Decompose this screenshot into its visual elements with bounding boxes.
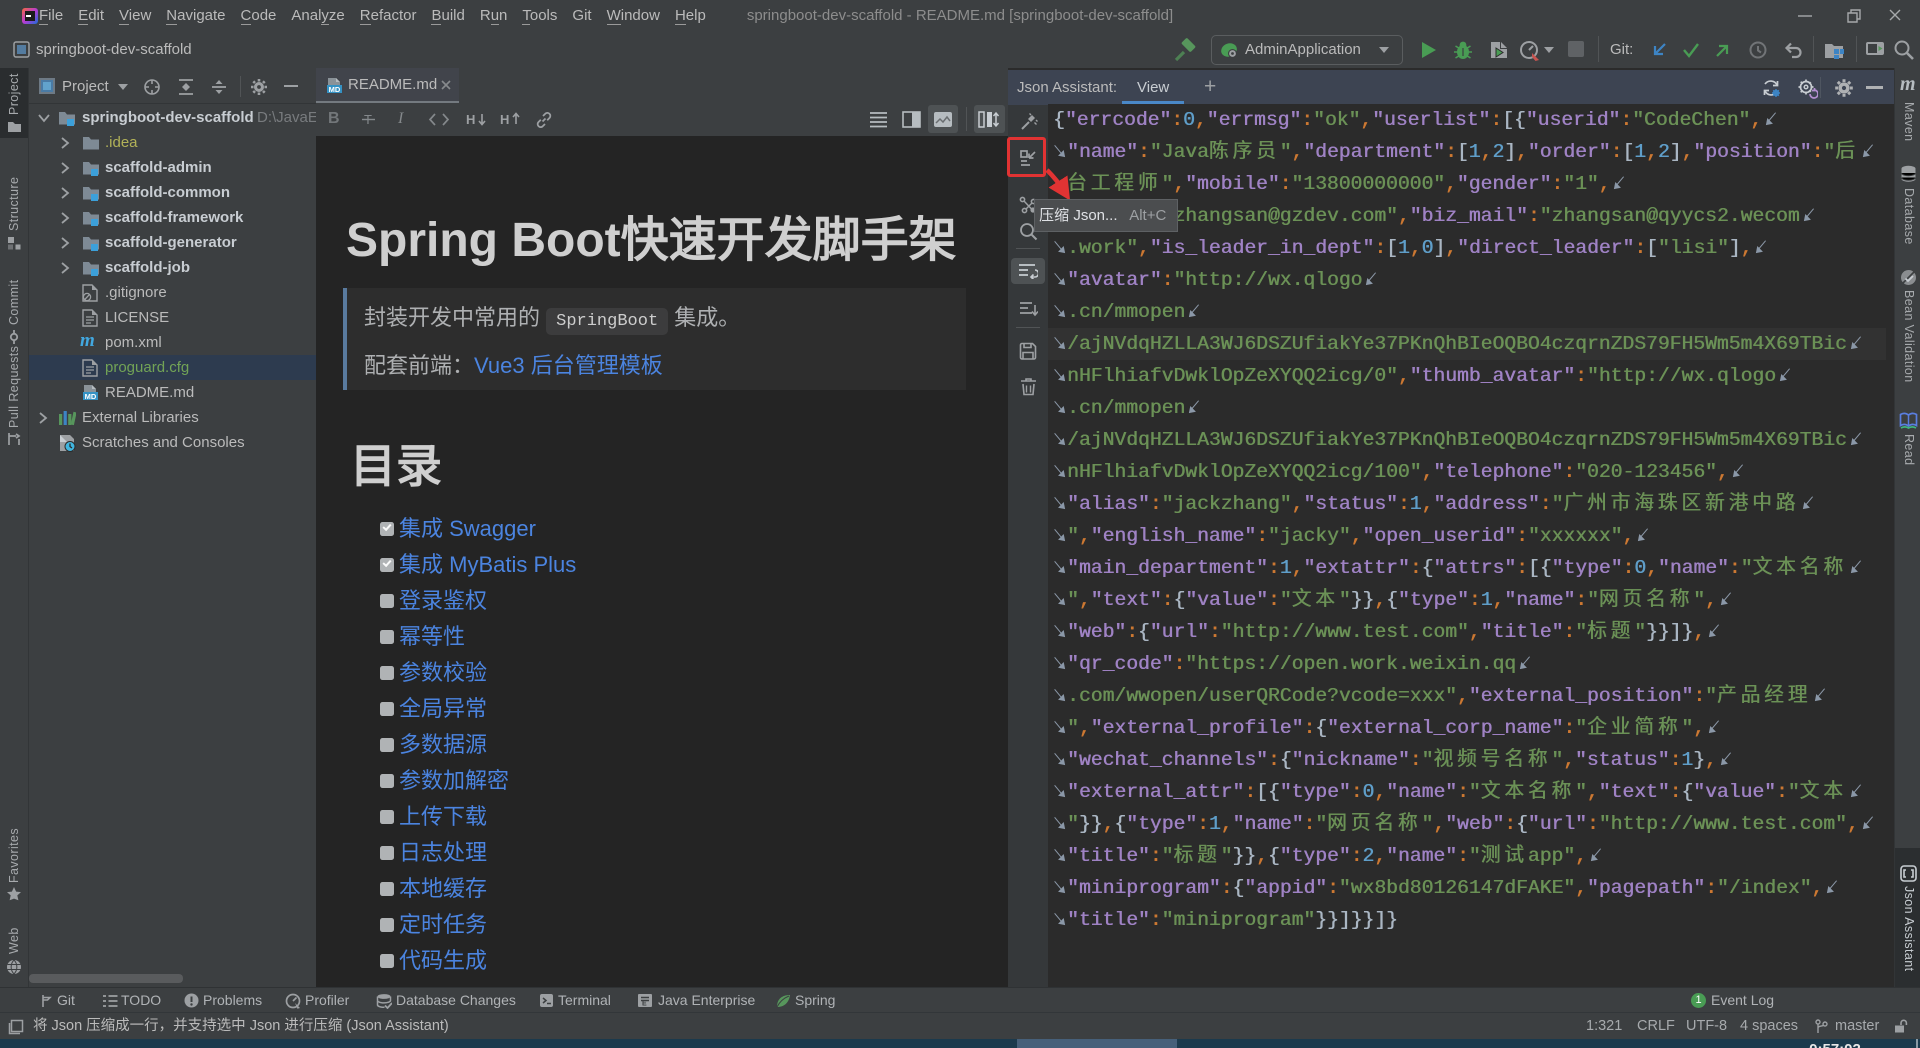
svg-text:MD: MD bbox=[329, 85, 341, 94]
svg-text:H: H bbox=[500, 112, 509, 127]
svg-text:H: H bbox=[466, 112, 475, 127]
svg-text:E: E bbox=[642, 1001, 647, 1008]
svg-text:MD: MD bbox=[85, 392, 97, 401]
